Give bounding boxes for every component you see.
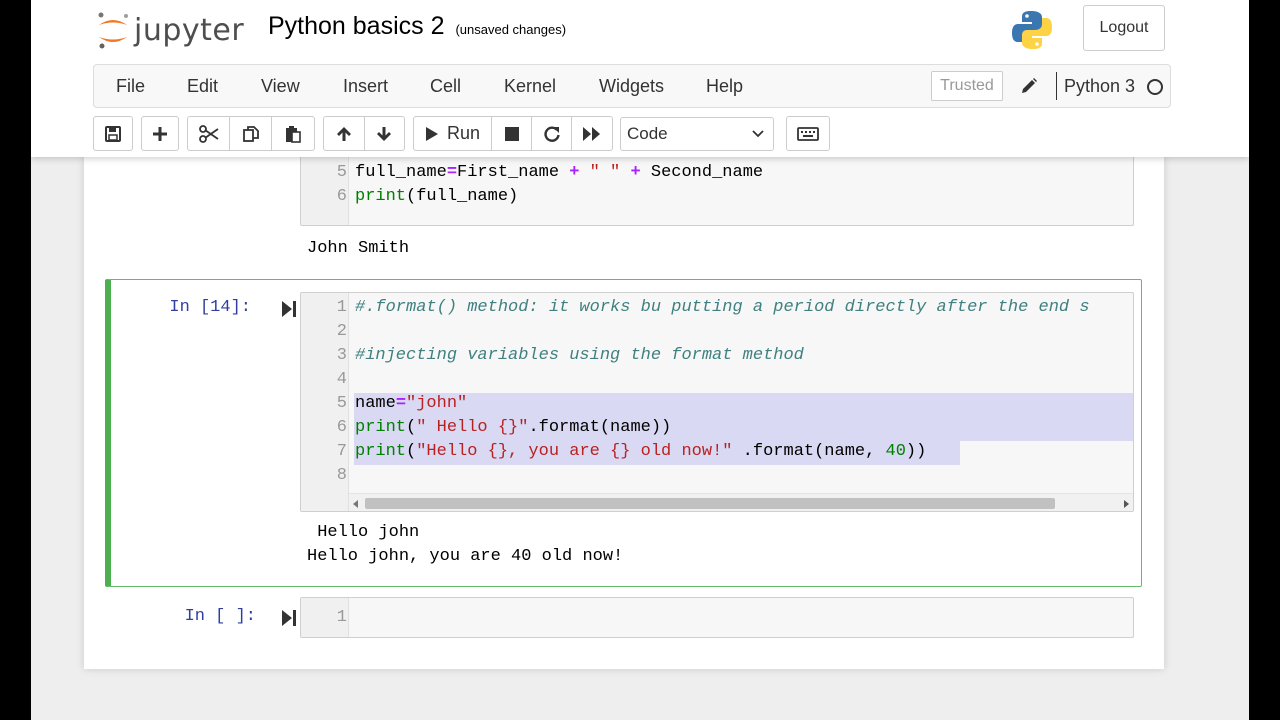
jupyter-logo[interactable]: jupyter bbox=[96, 8, 244, 52]
cell-type-select[interactable]: Code bbox=[620, 117, 774, 151]
paste-icon bbox=[286, 125, 301, 143]
notebook-title[interactable]: Python basics 2 (unsaved changes) bbox=[268, 12, 566, 41]
menu-edit[interactable]: Edit bbox=[187, 76, 218, 97]
menu-insert[interactable]: Insert bbox=[343, 76, 388, 97]
code-line: #.format() method: it works bu putting a… bbox=[355, 298, 1090, 317]
plus-icon bbox=[153, 126, 167, 141]
logo-text: jupyter bbox=[134, 12, 245, 48]
play-icon bbox=[425, 126, 438, 141]
line-number: 7 bbox=[336, 442, 347, 461]
trusted-indicator[interactable]: Trusted bbox=[931, 71, 1003, 101]
save-button[interactable] bbox=[94, 117, 132, 150]
arrow-up-icon bbox=[336, 126, 351, 141]
scroll-right-icon[interactable] bbox=[1124, 500, 1130, 508]
horizontal-scrollbar[interactable] bbox=[349, 493, 1133, 511]
save-icon bbox=[105, 125, 121, 142]
keyboard-icon bbox=[797, 126, 819, 141]
menu-widgets[interactable]: Widgets bbox=[599, 76, 664, 97]
move-up-button[interactable] bbox=[324, 117, 365, 150]
notebook-name[interactable]: Python basics 2 bbox=[268, 12, 445, 40]
save-status: (unsaved changes) bbox=[455, 22, 567, 37]
copy-button[interactable] bbox=[230, 117, 272, 150]
arrow-down-icon bbox=[377, 126, 392, 141]
command-palette-button[interactable] bbox=[787, 117, 829, 150]
code-line: print(" Hello {}".format(name)) bbox=[355, 418, 672, 437]
palette-group bbox=[786, 116, 830, 151]
move-group bbox=[323, 116, 405, 151]
menu-help[interactable]: Help bbox=[706, 76, 743, 97]
cell-output-line: Hello john, you are 40 old now! bbox=[307, 547, 624, 566]
line-number: 4 bbox=[336, 370, 347, 389]
save-group bbox=[93, 116, 133, 151]
code-line: name="john" bbox=[355, 394, 468, 413]
kernel-idle-icon bbox=[1147, 79, 1163, 95]
menu-view[interactable]: View bbox=[261, 76, 300, 97]
code-line: full_name=First_name + " " + Second_name bbox=[355, 163, 764, 182]
scrollbar-thumb[interactable] bbox=[365, 498, 1055, 509]
run-button[interactable]: Run bbox=[414, 117, 492, 150]
empty-cell-input[interactable]: 1 bbox=[300, 597, 1134, 638]
line-number: 8 bbox=[336, 466, 347, 485]
line-number: 6 bbox=[336, 187, 347, 206]
code-line: print("Hello {}, you are {} old now!" .f… bbox=[355, 442, 927, 461]
python-logo-icon bbox=[1011, 9, 1053, 51]
line-number: 1 bbox=[336, 608, 347, 627]
cut-button[interactable] bbox=[188, 117, 230, 150]
selected-cell[interactable]: In [14]: 1 2 3 4 5 6 7 8 #.format() meth… bbox=[105, 279, 1142, 587]
jupyter-window: jupyter Python basics 2 (unsaved changes… bbox=[31, 0, 1249, 720]
restart-run-all-button[interactable] bbox=[572, 117, 612, 150]
menu-kernel[interactable]: Kernel bbox=[504, 76, 556, 97]
run-group: Run bbox=[413, 116, 613, 151]
pencil-icon[interactable] bbox=[1020, 77, 1038, 100]
restart-icon bbox=[543, 126, 560, 142]
line-number: 5 bbox=[336, 394, 347, 413]
cell-type-value: Code bbox=[627, 124, 668, 143]
interrupt-button[interactable] bbox=[492, 117, 532, 150]
scissors-icon bbox=[198, 124, 219, 143]
code-editor[interactable]: 1 2 3 4 5 6 7 8 #.format() method: it wo… bbox=[300, 292, 1134, 512]
line-number: 4 bbox=[301, 157, 347, 162]
kernel-name[interactable]: Python 3 bbox=[1064, 76, 1135, 97]
prev-cell-input[interactable]: 4 5 6 full_name=First_name + " " + Secon… bbox=[300, 157, 1134, 226]
code-line: print(full_name) bbox=[355, 187, 519, 206]
run-cell-icon[interactable] bbox=[281, 300, 297, 318]
notebook-container: 4 5 6 full_name=First_name + " " + Secon… bbox=[84, 157, 1164, 669]
move-down-button[interactable] bbox=[365, 117, 405, 150]
kernel-separator bbox=[1056, 72, 1057, 100]
restart-button[interactable] bbox=[532, 117, 572, 150]
insert-cell-button[interactable] bbox=[142, 117, 178, 150]
logout-button[interactable]: Logout bbox=[1083, 5, 1165, 51]
line-number: 2 bbox=[336, 322, 347, 341]
menubar: File Edit View Insert Cell Kernel Widget… bbox=[93, 64, 1171, 108]
menu-file[interactable]: File bbox=[116, 76, 145, 97]
scroll-left-icon[interactable] bbox=[353, 500, 359, 508]
cell-prompt: In [ ]: bbox=[184, 607, 256, 626]
copy-icon bbox=[242, 125, 259, 142]
code-line: #injecting variables using the format me… bbox=[355, 346, 804, 365]
header: jupyter Python basics 2 (unsaved changes… bbox=[31, 0, 1249, 157]
stop-icon bbox=[504, 126, 519, 141]
menu-cell[interactable]: Cell bbox=[430, 76, 461, 97]
prev-cell-output: John Smith bbox=[307, 239, 410, 258]
run-label: Run bbox=[446, 123, 481, 143]
paste-button[interactable] bbox=[272, 117, 314, 150]
insert-group bbox=[141, 116, 179, 151]
run-cell-icon[interactable] bbox=[281, 609, 297, 627]
line-number: 3 bbox=[336, 346, 347, 365]
cell-prompt: In [14]: bbox=[169, 298, 251, 317]
cell-output-line: Hello john bbox=[307, 523, 420, 542]
clipboard-group bbox=[187, 116, 315, 151]
line-number: 1 bbox=[336, 298, 347, 317]
chevron-down-icon bbox=[752, 130, 764, 138]
line-number: 5 bbox=[336, 163, 347, 182]
line-number: 6 bbox=[336, 418, 347, 437]
jupyter-logo-icon bbox=[96, 10, 130, 50]
fast-forward-icon bbox=[583, 126, 600, 141]
